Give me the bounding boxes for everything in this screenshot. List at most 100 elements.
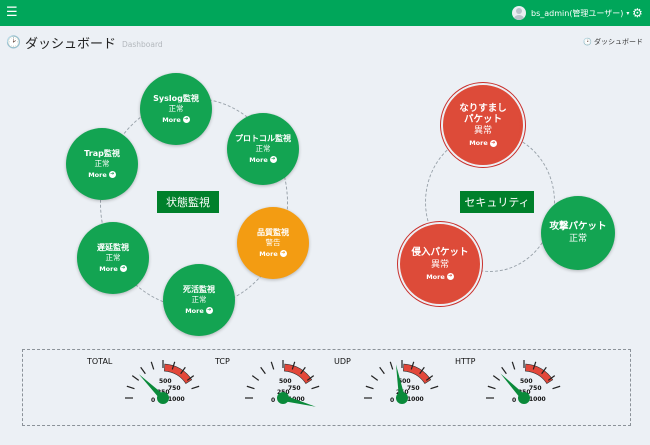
gauge-tick <box>126 385 135 390</box>
security-intrusion-packet-node[interactable]: 侵入パケット 異常 More ➜ <box>400 224 480 304</box>
node-title: 死活監視 <box>183 285 215 295</box>
gauge-udp: 02505007501000 <box>364 360 439 404</box>
gauge-total: 02505007501000 <box>125 360 200 404</box>
node-status: 異常 <box>473 126 492 137</box>
gauge-tick <box>260 366 266 375</box>
avatar <box>512 6 526 20</box>
more-label: More <box>88 170 107 179</box>
monitoring-alive-node[interactable]: 死活監視 正常 More ➜ <box>163 264 235 336</box>
node-status: 正常 <box>168 103 184 113</box>
security-center-label: セキュリティ <box>460 191 534 213</box>
gauge-tick-label: 1000 <box>529 396 546 403</box>
page-header: 🕑 ダッシュボード Dashboard <box>6 33 163 52</box>
breadcrumb-item[interactable]: ダッシュボード <box>594 37 643 47</box>
gauge-tick-label: 750 <box>288 385 301 392</box>
arrow-right-circle-icon: ➜ <box>108 171 116 179</box>
gauge-hub <box>157 392 169 404</box>
gauge-tick-label: 1000 <box>168 396 185 403</box>
more-link[interactable]: More ➜ <box>259 250 287 258</box>
more-link[interactable]: More ➜ <box>426 273 454 281</box>
dashboard-icon: 🕑 <box>6 35 21 49</box>
gauge-tick <box>270 361 275 370</box>
gauge-hub <box>396 392 408 404</box>
node-title: パケット <box>463 113 502 125</box>
dashboard-icon: 🕑 <box>583 38 592 46</box>
gauge-tick <box>131 375 140 381</box>
gauge-label: HTTP <box>455 357 476 366</box>
caret-down-icon: ▾ <box>626 9 630 17</box>
node-status: 正常 <box>568 233 587 244</box>
top-navbar: ☰ bs_admin(管理ユーザー) ▾ ⚙ <box>0 0 650 26</box>
monitoring-delay-node[interactable]: 遅延監視 正常 More ➜ <box>77 222 149 294</box>
more-link[interactable]: More ➜ <box>185 307 213 315</box>
gauge-tick <box>150 361 155 370</box>
gauge-tick <box>379 366 385 375</box>
monitoring-protocol-node[interactable]: プロトコル監視 正常 More ➜ <box>227 113 299 185</box>
arrow-right-circle-icon: ➜ <box>446 273 454 281</box>
gauge-tick-label: 0 <box>390 397 394 404</box>
gauge-tick <box>501 366 507 375</box>
more-link[interactable]: More ➜ <box>249 156 277 164</box>
monitoring-syslog-node[interactable]: Syslog監視 正常 More ➜ <box>140 73 212 145</box>
gauge-tick <box>251 375 260 381</box>
gauge-tick <box>370 375 379 381</box>
node-title: なりすまし <box>459 102 507 114</box>
node-title: Trap監視 <box>84 149 120 159</box>
more-link[interactable]: More ➜ <box>469 139 497 147</box>
node-title: プロトコル監視 <box>235 134 291 144</box>
gauge-hub <box>518 392 530 404</box>
gauge-tick <box>552 385 561 390</box>
gauge-tick <box>140 366 146 375</box>
gauge-tick-label: 500 <box>520 378 533 385</box>
gauge-tick <box>365 385 374 390</box>
node-title: 遅延監視 <box>97 243 129 253</box>
node-status: 正常 <box>94 158 110 168</box>
user-menu[interactable]: bs_admin(管理ユーザー) ▾ <box>512 4 629 22</box>
monitoring-center-label: 状態監視 <box>157 191 219 213</box>
security-attack-packet-node[interactable]: 攻撃パケット 正常 <box>541 196 615 270</box>
more-link[interactable]: More ➜ <box>99 265 127 273</box>
node-title: 品質監視 <box>257 228 289 238</box>
arrow-right-circle-icon: ➜ <box>489 139 497 147</box>
gauge-http: 02505007501000 <box>486 360 561 404</box>
node-title: 攻撃パケット <box>549 221 607 233</box>
node-title: 侵入パケット <box>411 247 469 259</box>
gauge-tick-label: 0 <box>512 397 516 404</box>
arrow-right-circle-icon: ➜ <box>119 265 127 273</box>
gauge-tick-label: 750 <box>407 385 420 392</box>
gauge-tick <box>511 361 516 370</box>
arrow-right-circle-icon: ➜ <box>205 307 213 315</box>
monitoring-trap-node[interactable]: Trap監視 正常 More ➜ <box>66 128 138 200</box>
gauge-tick-label: 0 <box>271 397 275 404</box>
gauge-tick-label: 500 <box>279 378 292 385</box>
more-label: More <box>185 306 204 315</box>
node-status: 正常 <box>255 143 271 153</box>
arrow-right-circle-icon: ➜ <box>279 250 287 258</box>
page-subtitle: Dashboard <box>121 39 163 49</box>
menu-toggle-icon[interactable]: ☰ <box>6 5 18 21</box>
gauge-tick <box>311 385 320 390</box>
more-label: More <box>162 115 181 124</box>
gauge-tick <box>246 385 255 390</box>
page-title: ダッシュボード <box>24 36 116 52</box>
arrow-right-circle-icon: ➜ <box>182 116 190 124</box>
gauge-tick <box>492 375 501 381</box>
gauge-tick <box>389 361 394 370</box>
more-label: More <box>426 272 445 281</box>
gauge-tick <box>430 385 439 390</box>
node-status: 異常 <box>430 259 449 270</box>
gauge-label: TOTAL <box>87 357 113 366</box>
more-label: More <box>99 264 118 273</box>
monitoring-quality-node[interactable]: 品質監視 警告 More ➜ <box>237 207 309 279</box>
security-spoofing-packet-node[interactable]: なりすまし パケット 異常 More ➜ <box>443 85 523 165</box>
more-label: More <box>249 155 268 164</box>
gauge-tick-label: 750 <box>529 385 542 392</box>
gauge-tick <box>487 385 496 390</box>
node-status: 正常 <box>105 252 121 262</box>
more-label: More <box>469 139 488 148</box>
more-link[interactable]: More ➜ <box>88 171 116 179</box>
gears-icon[interactable]: ⚙ <box>632 5 643 21</box>
gauge-tick-label: 1000 <box>407 396 424 403</box>
breadcrumb[interactable]: 🕑 ダッシュボード <box>583 37 643 47</box>
more-link[interactable]: More ➜ <box>162 116 190 124</box>
